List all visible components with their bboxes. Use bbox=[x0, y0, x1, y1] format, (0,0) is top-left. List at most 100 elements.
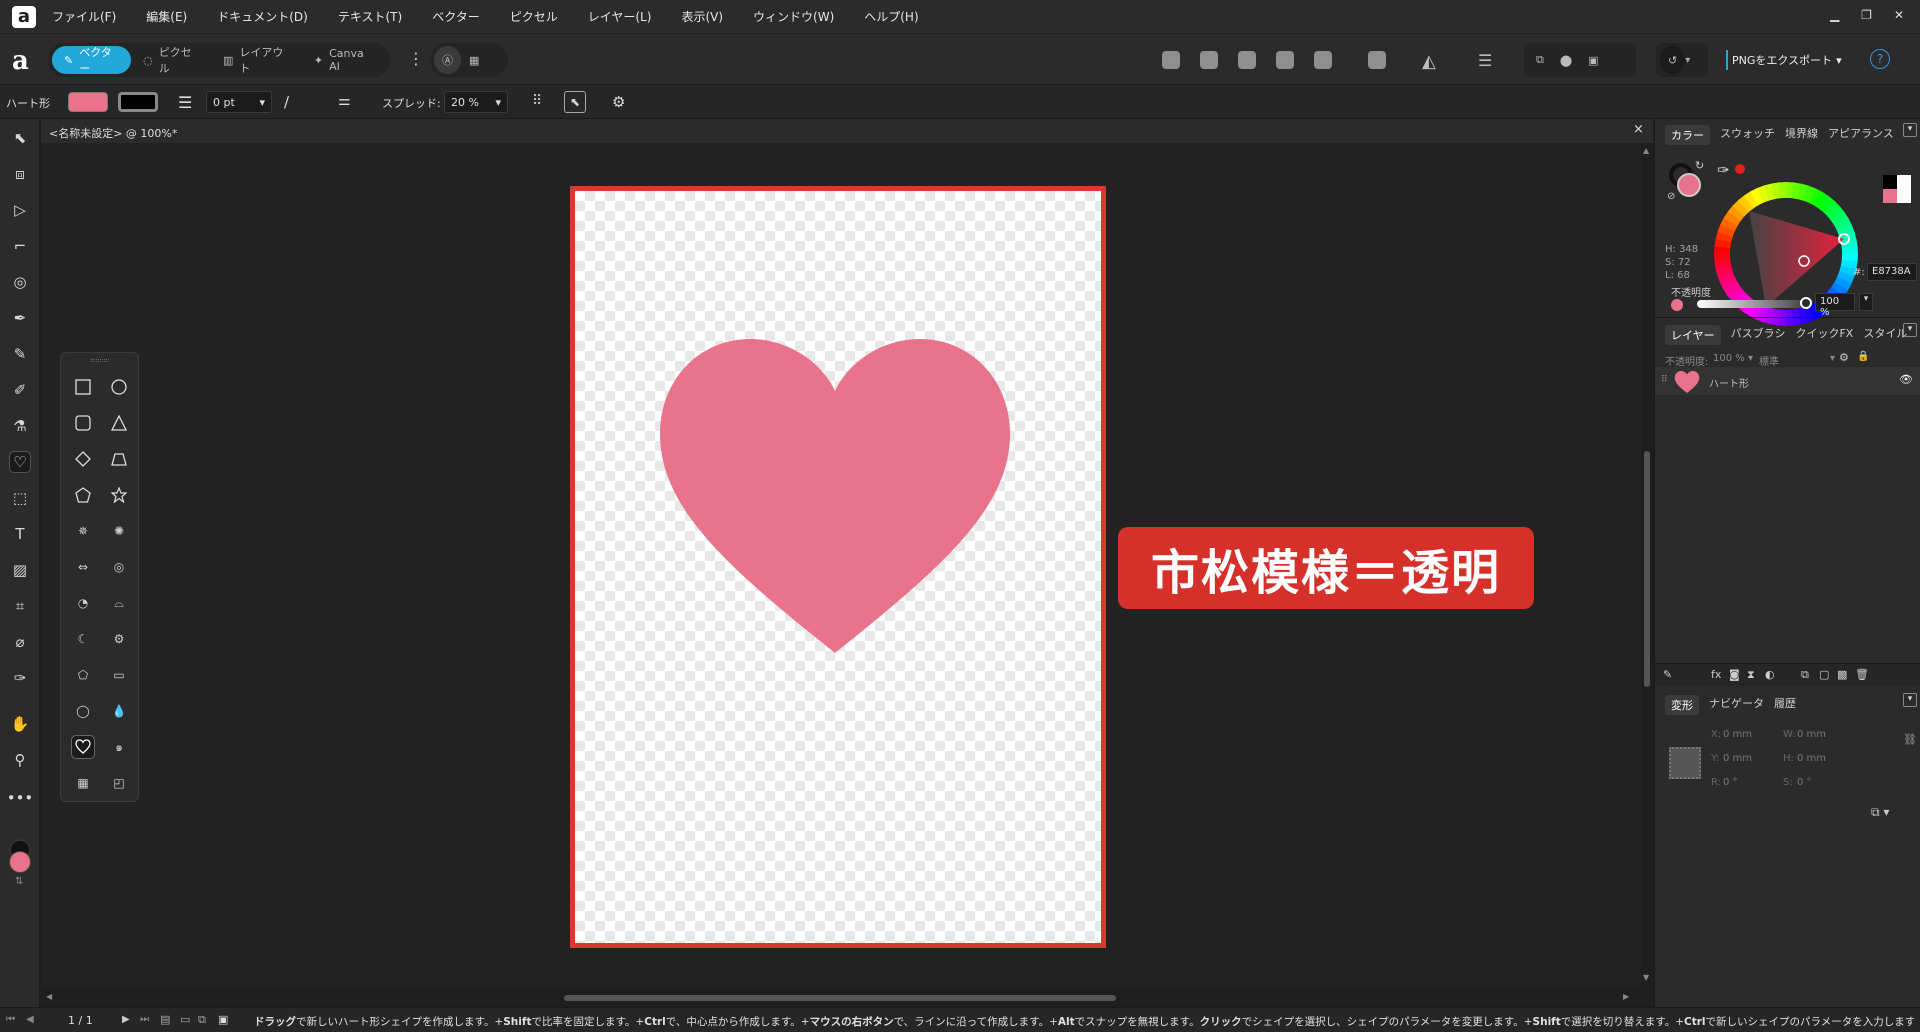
fx-icon[interactable]: fx bbox=[1711, 668, 1721, 681]
fill-color-well[interactable] bbox=[9, 851, 31, 873]
contour-tool-icon[interactable]: ◎ bbox=[9, 271, 31, 293]
edit-layer-icon[interactable]: ✎ bbox=[1663, 668, 1672, 681]
shear-input[interactable]: 0 ° bbox=[1797, 777, 1812, 788]
heart-tool-icon[interactable]: ♡ bbox=[9, 451, 31, 473]
x-input[interactable]: 0 mm bbox=[1723, 729, 1752, 740]
duplicate-page-icon[interactable]: ⧉ bbox=[198, 1013, 206, 1027]
recent-color-dot[interactable] bbox=[1735, 164, 1745, 174]
tab-color[interactable]: カラー bbox=[1665, 125, 1710, 145]
spread-field[interactable]: 20 % ▾ bbox=[444, 91, 508, 113]
layer-opacity-field[interactable]: 100 % ▾ bbox=[1713, 353, 1753, 364]
panel-menu-icon[interactable]: ▾ bbox=[1903, 693, 1917, 707]
qr-code-tool-icon[interactable]: ▦ bbox=[71, 771, 95, 795]
menu-pixel[interactable]: ピクセル bbox=[510, 8, 558, 25]
horizontal-scrollbar[interactable]: ◀ ▶ bbox=[41, 988, 1641, 1007]
ellipse-tool-icon[interactable] bbox=[107, 375, 131, 399]
callout-ellipse-icon[interactable]: ◯ bbox=[71, 699, 95, 723]
opacity-slider-thumb[interactable] bbox=[1800, 297, 1812, 309]
callout-rounded-rect-icon[interactable]: ▭ bbox=[107, 663, 131, 687]
eyedropper-icon[interactable]: ✑ bbox=[1717, 161, 1730, 179]
navigator-icon[interactable]: ▣ bbox=[218, 1013, 228, 1026]
opacity-slider[interactable] bbox=[1697, 300, 1805, 308]
layer-row-heart[interactable]: ⠿ ハート形 👁 bbox=[1655, 367, 1920, 395]
crop-tool-icon[interactable]: ⌗ bbox=[9, 595, 31, 617]
tab-transform[interactable]: 変形 bbox=[1665, 695, 1699, 715]
heart-shape[interactable] bbox=[660, 339, 1010, 653]
tab-history[interactable]: 履歴 bbox=[1774, 695, 1796, 715]
text-frame-icon[interactable]: Ⓐ bbox=[434, 46, 461, 74]
scroll-right-icon[interactable]: ▶ bbox=[1623, 992, 1629, 1001]
spiral-tool-icon[interactable]: ๑ bbox=[107, 735, 131, 759]
layer-gear-icon[interactable]: ⚙ bbox=[1839, 351, 1849, 364]
rounded-rectangle-tool-icon[interactable] bbox=[71, 411, 95, 435]
close-document-icon[interactable]: × bbox=[1633, 122, 1644, 137]
link-icon[interactable]: ⛓ bbox=[1903, 733, 1917, 746]
next-page-icon[interactable]: ▶ bbox=[122, 1014, 130, 1025]
square-star-tool-icon[interactable]: ✺ bbox=[107, 519, 131, 543]
close-icon[interactable]: ✕ bbox=[1894, 8, 1904, 22]
w-input[interactable]: 0 mm bbox=[1797, 729, 1826, 740]
menu-vector[interactable]: ベクター bbox=[432, 8, 480, 25]
menu-window[interactable]: ウィンドウ(W) bbox=[753, 8, 834, 25]
boolean-xor-icon[interactable] bbox=[1276, 51, 1294, 69]
pressure-curve-icon[interactable]: ∕ bbox=[284, 93, 289, 111]
swap-colors-icon[interactable]: ⇅ bbox=[15, 876, 23, 887]
node-tool-icon[interactable]: ▷ bbox=[9, 199, 31, 221]
boolean-add-icon[interactable] bbox=[1162, 51, 1180, 69]
rectangle-tool-icon[interactable] bbox=[71, 375, 95, 399]
prev-page-icon[interactable]: ◀ bbox=[26, 1014, 34, 1025]
spread-icon[interactable]: ▭ bbox=[180, 1013, 190, 1026]
menu-document[interactable]: ドキュメント(D) bbox=[217, 8, 308, 25]
arrow-tool-icon[interactable]: ⇔ bbox=[71, 555, 95, 579]
first-page-icon[interactable]: ⏮ bbox=[6, 1014, 15, 1025]
snapping-icon[interactable]: ⬤ bbox=[1552, 46, 1580, 74]
image-tool-icon[interactable]: ▨ bbox=[9, 559, 31, 581]
segment-tool-icon[interactable]: ⌓ bbox=[107, 591, 131, 615]
gear-icon[interactable]: ⚙ bbox=[612, 93, 625, 111]
pixel-layer-icon[interactable]: ▩ bbox=[1837, 668, 1847, 681]
artboard-page[interactable] bbox=[570, 186, 1106, 948]
menu-edit[interactable]: 編集(E) bbox=[146, 8, 187, 25]
bounding-box-icon[interactable]: ▣ bbox=[1580, 46, 1606, 74]
y-input[interactable]: 0 mm bbox=[1723, 753, 1752, 764]
diamond-tool-icon[interactable] bbox=[71, 447, 95, 471]
tab-layers[interactable]: レイヤー bbox=[1665, 325, 1721, 345]
vertical-scroll-thumb[interactable] bbox=[1644, 451, 1650, 687]
fill-tool-icon[interactable]: ⚗ bbox=[9, 415, 31, 437]
tab-stroke[interactable]: 境界線 bbox=[1785, 125, 1818, 145]
lock-icon[interactable]: 🔒 bbox=[1857, 351, 1869, 362]
geometry-icon[interactable] bbox=[1368, 51, 1386, 69]
scroll-up-icon[interactable]: ▲ bbox=[1643, 146, 1649, 155]
trash-icon[interactable]: 🗑 bbox=[1855, 668, 1869, 681]
shape-builder-icon[interactable]: ⬚ bbox=[9, 487, 31, 509]
swap-arrow-icon[interactable]: ↻ bbox=[1695, 159, 1704, 172]
scroll-down-icon[interactable]: ▼ bbox=[1643, 973, 1649, 982]
stroke-width-field[interactable]: 0 pt ▾ bbox=[206, 91, 272, 113]
tab-swatches[interactable]: スウォッチ bbox=[1720, 125, 1775, 145]
sliders-icon[interactable]: ⚌ bbox=[338, 93, 351, 109]
trapezoid-tool-icon[interactable] bbox=[107, 447, 131, 471]
persona-layout[interactable]: ▥ レイアウト bbox=[211, 46, 302, 75]
no-color-icon[interactable]: ⊘ bbox=[1667, 191, 1675, 202]
export-png-button[interactable]: PNGをエクスポート ▾ bbox=[1726, 50, 1842, 70]
transparency-tool-icon[interactable]: ⌀ bbox=[9, 631, 31, 653]
tab-navigator[interactable]: ナビゲータ bbox=[1709, 695, 1764, 715]
color-quick-swatches[interactable] bbox=[1883, 175, 1911, 203]
brush-tool-icon[interactable]: ✐ bbox=[9, 379, 31, 401]
chevron-down-icon[interactable]: ▾ bbox=[1859, 293, 1873, 311]
move-tool-icon[interactable]: ⬉ bbox=[9, 127, 31, 149]
boolean-intersect-icon[interactable] bbox=[1238, 51, 1256, 69]
tab-appearance[interactable]: アピアランス bbox=[1828, 125, 1894, 145]
cloud-tool-icon[interactable]: ⬠ bbox=[71, 663, 95, 687]
minimize-icon[interactable]: ▁ bbox=[1830, 8, 1839, 22]
double-star-tool-icon[interactable]: ✵ bbox=[71, 519, 95, 543]
grid-icon[interactable]: ▦ bbox=[461, 46, 487, 74]
menu-file[interactable]: ファイル(F) bbox=[52, 8, 116, 25]
hand-tool-icon[interactable]: ✋ bbox=[9, 713, 31, 735]
boolean-divide-icon[interactable] bbox=[1314, 51, 1332, 69]
stroke-swatch[interactable] bbox=[118, 92, 158, 112]
color-picker-icon[interactable]: ✑ bbox=[9, 667, 31, 689]
more-tools-icon[interactable]: ••• bbox=[7, 787, 34, 809]
zoom-tool-icon[interactable]: ⚲ bbox=[9, 749, 31, 771]
fill-color-circle[interactable] bbox=[1677, 173, 1701, 197]
